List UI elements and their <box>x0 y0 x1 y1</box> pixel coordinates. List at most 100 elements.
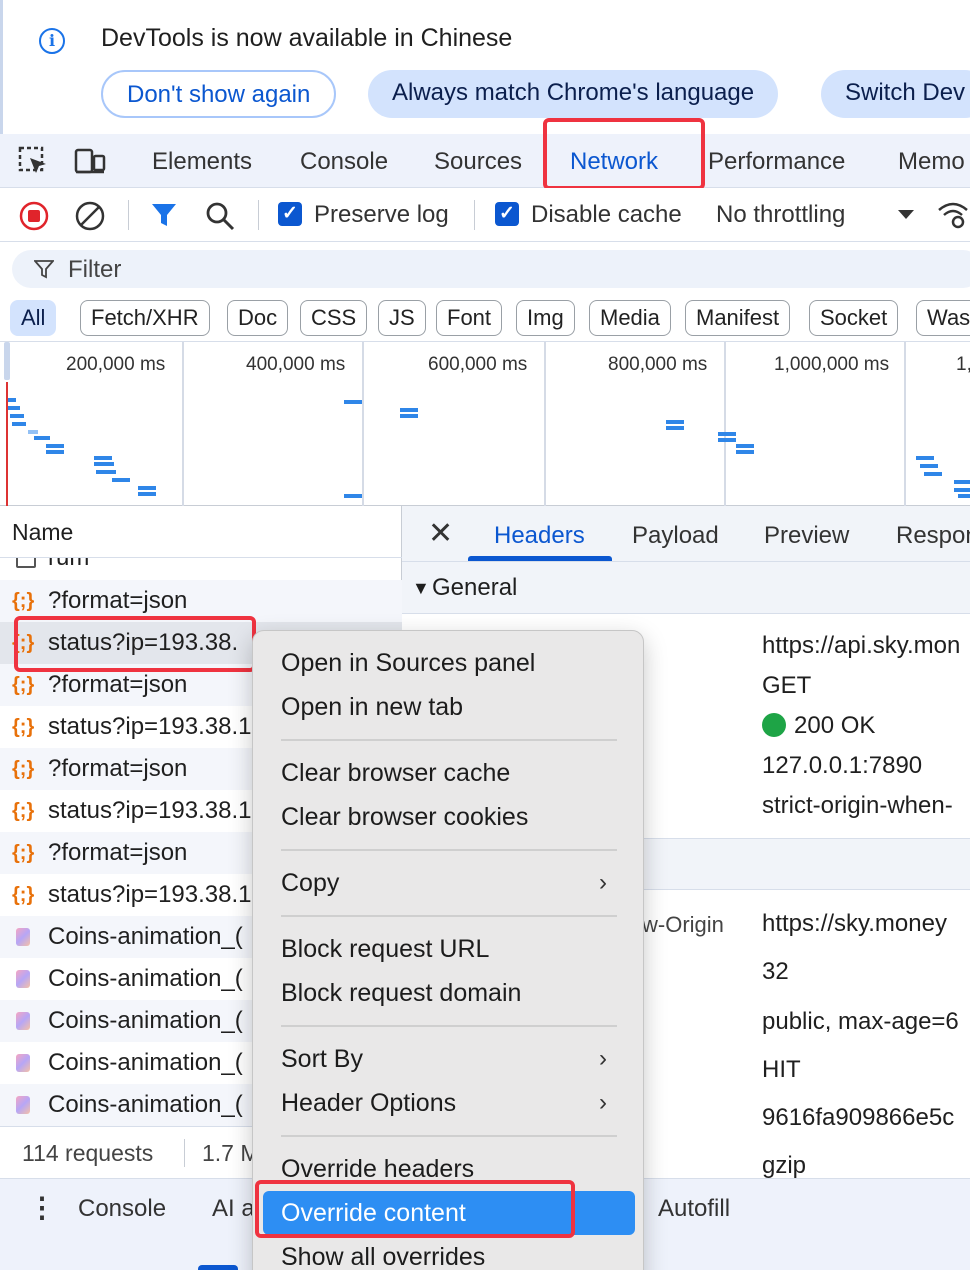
request-bar <box>12 422 26 426</box>
type-filter-manifest[interactable]: Manifest <box>685 300 791 336</box>
header-value: 9616fa909866e5c <box>762 1104 955 1131</box>
request-bar <box>924 472 942 476</box>
throttling-select[interactable]: No throttling <box>716 201 845 229</box>
status-code-text: 200 OK <box>794 712 876 739</box>
request-bar <box>112 478 130 482</box>
request-bar <box>8 398 16 402</box>
general-section-header[interactable]: ▼ General <box>402 562 970 614</box>
filter-icon <box>34 260 54 279</box>
type-filter-img[interactable]: Img <box>516 300 575 336</box>
type-filter-fetch-xhr[interactable]: Fetch/XHR <box>80 300 210 336</box>
disable-cache-checkbox[interactable]: ✓ <box>495 202 519 226</box>
image-icon <box>16 1012 30 1030</box>
switch-devtools-button[interactable]: Switch Dev <box>821 70 970 118</box>
search-icon[interactable] <box>204 200 236 232</box>
devtools-panel-tabs: Elements Console Sources Network Perform… <box>0 134 970 188</box>
request-bar <box>46 450 64 454</box>
overview-tick-label: 1,000,000 ms <box>774 354 890 375</box>
always-match-language-button[interactable]: Always match Chrome's language <box>368 70 779 118</box>
menu-clear-browser-cache[interactable]: Clear browser cache <box>281 759 510 788</box>
toolbar-divider <box>128 200 129 230</box>
type-filter-wasm[interactable]: Was <box>916 300 970 336</box>
menu-clear-browser-cookies[interactable]: Clear browser cookies <box>281 803 528 832</box>
drawer-tab-console[interactable]: Console <box>78 1195 166 1223</box>
record-stop-icon[interactable] <box>18 200 50 232</box>
inspect-element-icon[interactable] <box>18 146 50 176</box>
type-filter-socket[interactable]: Socket <box>809 300 899 336</box>
overview-tick-label: 600,000 ms <box>428 354 528 375</box>
network-overview-timeline[interactable]: 200,000 ms 400,000 ms 600,000 ms 800,000… <box>0 342 970 506</box>
header-value: gzip <box>762 1152 807 1179</box>
tab-sources[interactable]: Sources <box>434 148 522 176</box>
type-filter-font[interactable]: Font <box>436 300 503 336</box>
tab-headers[interactable]: Headers <box>494 522 585 550</box>
header-key: w-Origin <box>642 912 724 937</box>
request-bar <box>94 462 114 466</box>
overview-gridline <box>724 342 726 506</box>
request-method-value: GET <box>762 672 812 699</box>
tab-performance[interactable]: Performance <box>708 148 845 176</box>
type-filter-css[interactable]: CSS <box>300 300 368 336</box>
json-icon: {;} <box>12 758 35 780</box>
image-icon <box>16 1054 30 1072</box>
list-item[interactable]: rum <box>0 558 402 580</box>
tab-response[interactable]: Respon <box>896 522 970 550</box>
request-bar <box>10 414 24 418</box>
menu-block-request-domain[interactable]: Block request domain <box>281 979 521 1008</box>
request-bar <box>94 456 112 460</box>
menu-sort-by[interactable]: Sort By <box>281 1045 363 1074</box>
close-icon[interactable]: ✕ <box>428 516 453 551</box>
request-bar <box>28 430 38 434</box>
tab-memory[interactable]: Memo <box>898 148 965 176</box>
preserve-log-label: Preserve log <box>314 201 449 228</box>
tab-console[interactable]: Console <box>300 148 388 176</box>
name-column-header[interactable]: Name <box>0 506 402 558</box>
request-bar <box>736 444 754 448</box>
menu-open-in-new-tab[interactable]: Open in new tab <box>281 693 463 722</box>
menu-block-request-url[interactable]: Block request URL <box>281 935 489 964</box>
overview-tick-label: 1, <box>956 354 970 375</box>
menu-header-options[interactable]: Header Options <box>281 1089 456 1118</box>
request-bar <box>8 406 20 410</box>
type-filter-media[interactable]: Media <box>589 300 671 336</box>
request-name: Coins-animation_( <box>48 965 243 992</box>
network-conditions-icon[interactable] <box>936 198 970 230</box>
drawer-tab-indicator <box>198 1265 238 1270</box>
request-bar <box>344 494 362 498</box>
type-filter-js[interactable]: JS <box>378 300 426 336</box>
request-bar <box>400 414 418 418</box>
device-toolbar-icon[interactable] <box>74 146 106 176</box>
overview-handle[interactable] <box>4 342 10 380</box>
menu-divider <box>281 1135 617 1137</box>
type-filter-all[interactable]: All <box>10 300 57 336</box>
request-count: 114 requests <box>22 1140 154 1166</box>
drawer-tab-ai-assistance[interactable]: AI a <box>212 1195 255 1223</box>
filter-funnel-icon[interactable] <box>150 201 178 229</box>
request-name: Coins-animation_( <box>48 1091 243 1118</box>
general-section-title: General <box>432 574 518 601</box>
summary-divider <box>184 1139 185 1167</box>
more-options-icon[interactable]: ⋮ <box>28 1191 56 1224</box>
json-icon: {;} <box>12 884 35 906</box>
drawer-tab-autofill[interactable]: Autofill <box>658 1195 730 1223</box>
tab-preview[interactable]: Preview <box>764 522 849 550</box>
tab-elements[interactable]: Elements <box>152 148 252 176</box>
clear-icon[interactable] <box>74 200 106 232</box>
menu-open-in-sources[interactable]: Open in Sources panel <box>281 649 535 678</box>
request-bar <box>138 486 156 490</box>
overview-gridline <box>182 342 184 506</box>
request-name: ?format=json <box>48 839 188 866</box>
menu-show-all-overrides[interactable]: Show all overrides <box>281 1243 485 1270</box>
filter-input[interactable] <box>12 250 970 288</box>
dont-show-again-button[interactable]: Don't show again <box>101 70 337 118</box>
image-icon <box>16 928 30 946</box>
context-menu: Open in Sources panel Open in new tab Cl… <box>252 630 644 1270</box>
info-icon: i <box>39 28 65 54</box>
preserve-log-checkbox[interactable]: ✓ <box>278 202 302 226</box>
type-filter-doc[interactable]: Doc <box>227 300 289 336</box>
request-name: status?ip=193.38.1 <box>48 881 252 908</box>
tab-payload[interactable]: Payload <box>632 522 719 550</box>
chevron-down-icon[interactable] <box>896 208 916 222</box>
menu-copy[interactable]: Copy <box>281 869 339 898</box>
overview-tick-label: 200,000 ms <box>66 354 166 375</box>
